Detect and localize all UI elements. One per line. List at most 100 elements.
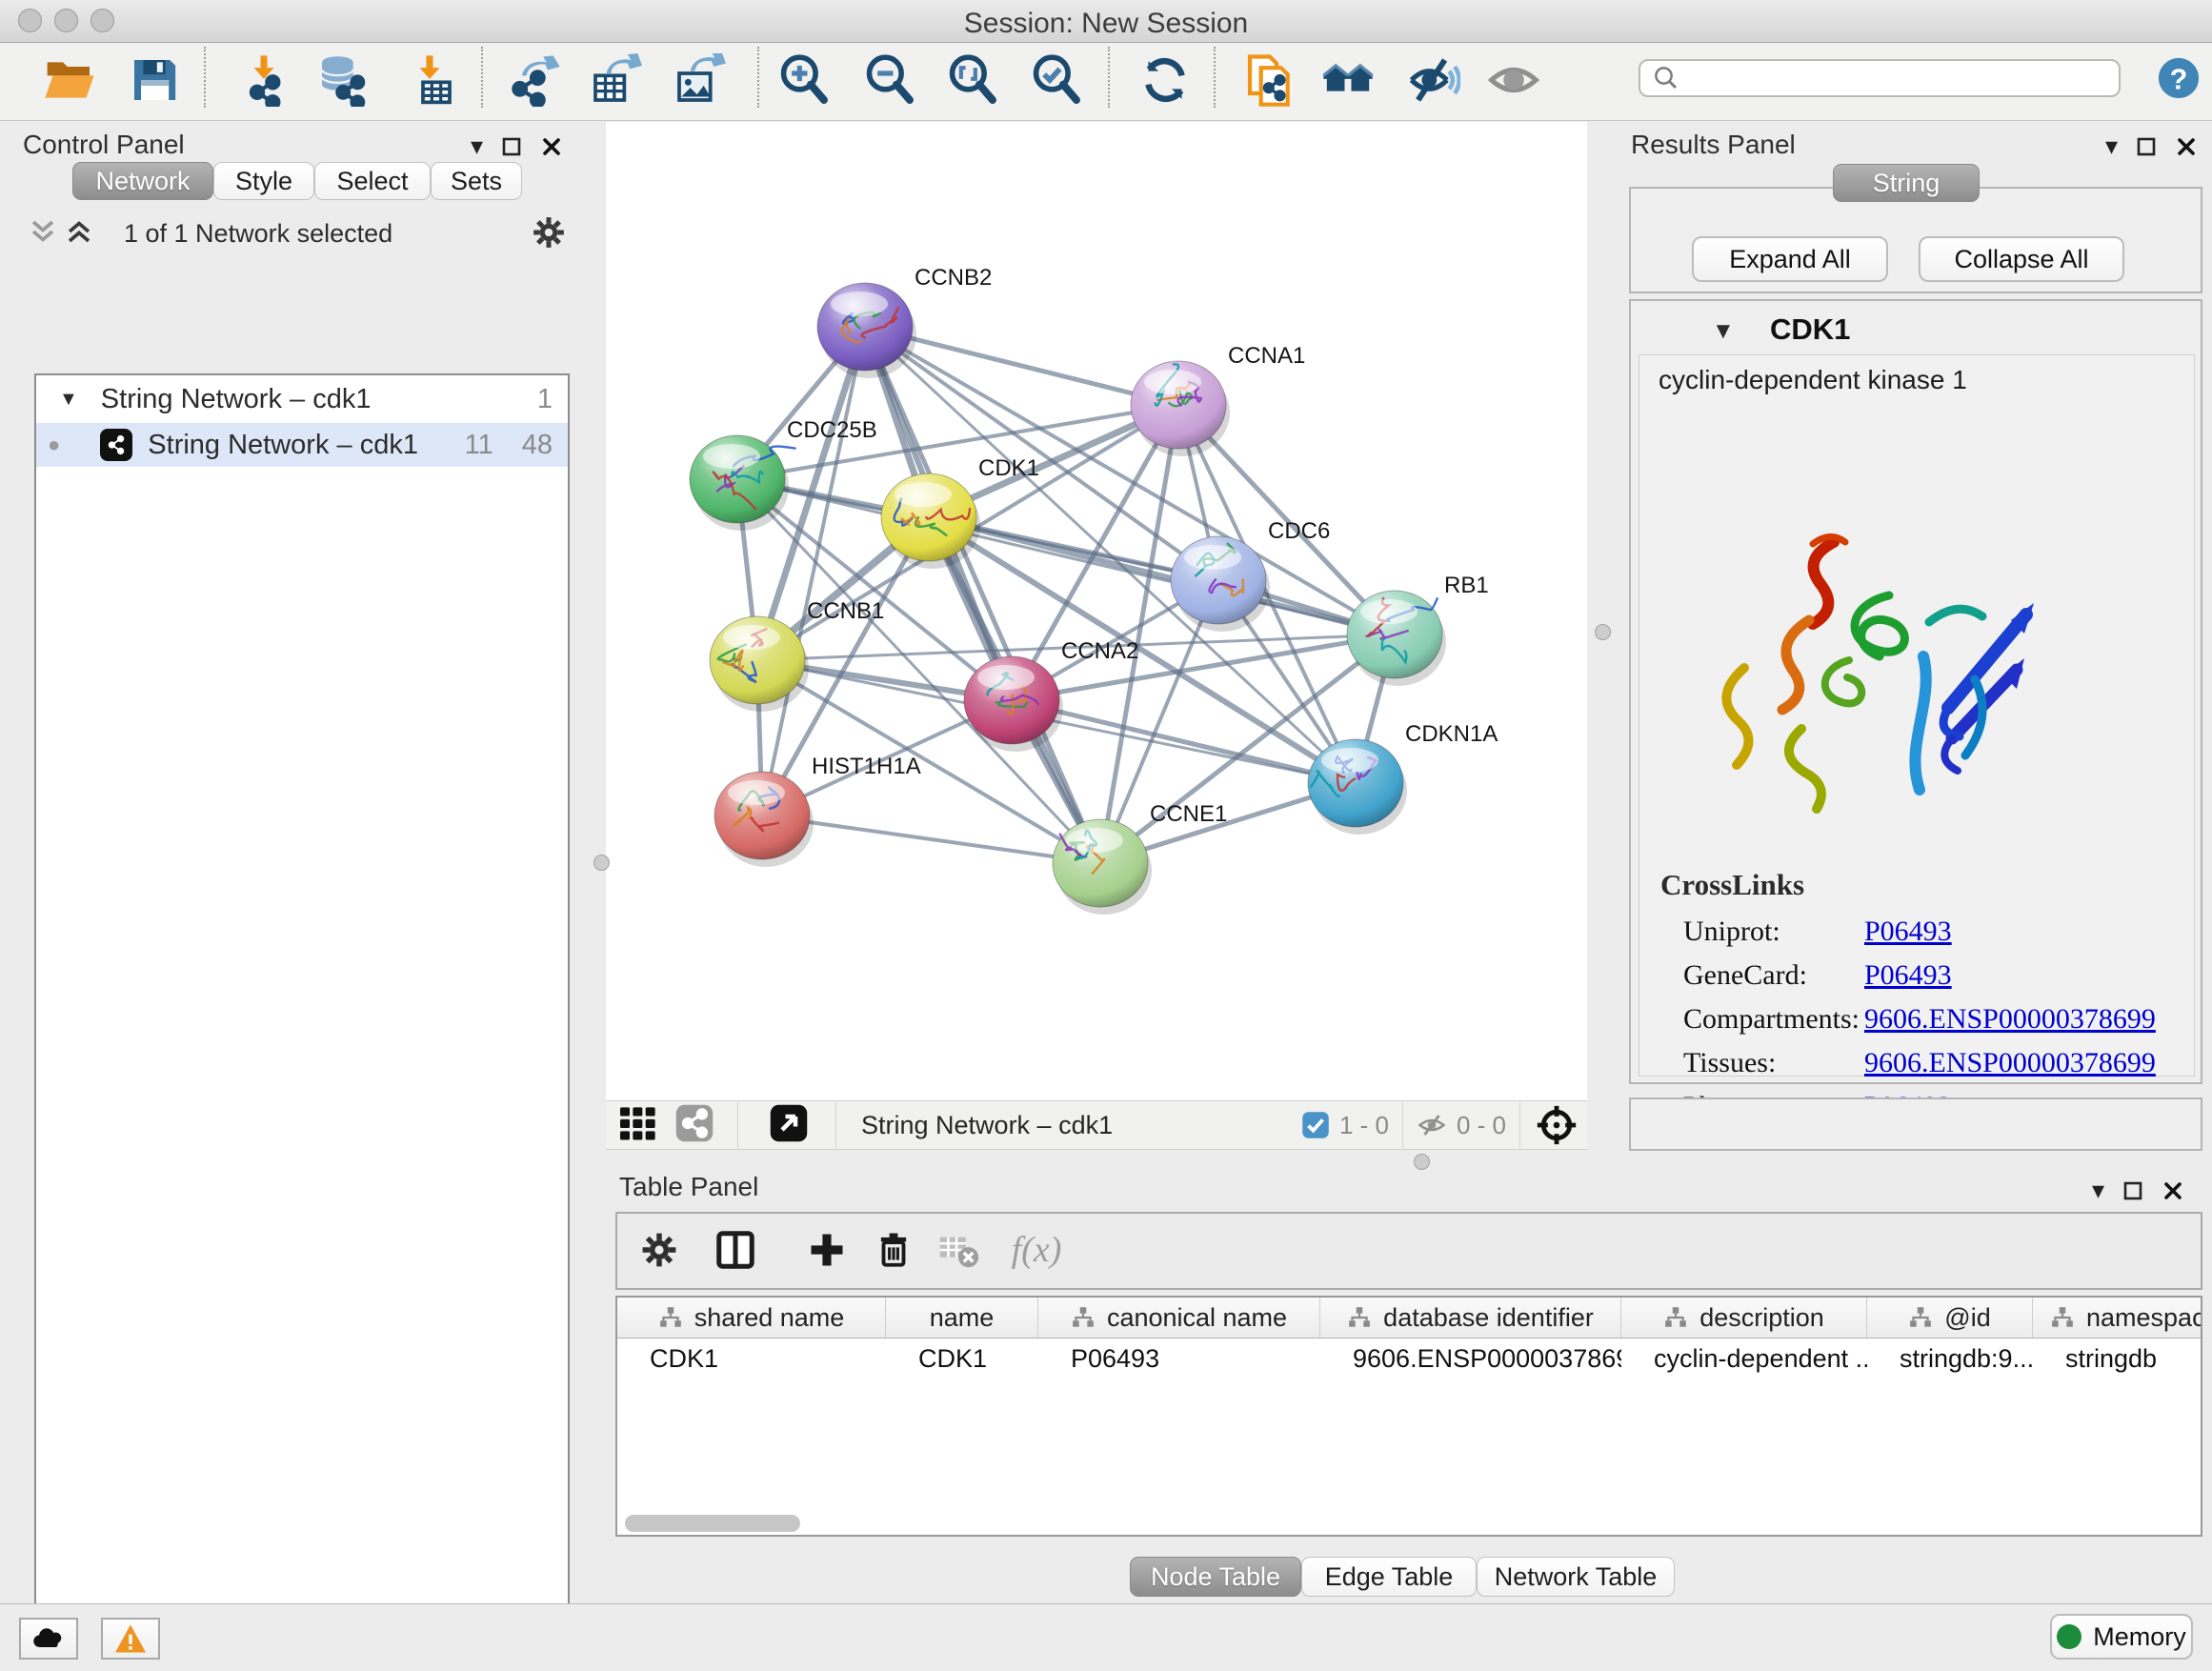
tab-edge-table[interactable]: Edge Table: [1301, 1557, 1477, 1597]
table-row[interactable]: CDK1 CDK1 P06493 9606.ENSP00000378699 cy…: [617, 1339, 2201, 1379]
footer-separator: [1519, 1102, 1520, 1148]
cell-namespace[interactable]: stringdb: [2033, 1339, 2202, 1379]
import-network-icon: [237, 53, 291, 107]
crosslink-link[interactable]: 9606.ENSP00000378699: [1864, 1047, 2156, 1079]
help-button[interactable]: ?: [2157, 56, 2201, 105]
cell-database-identifier[interactable]: 9606.ENSP00000378699: [1320, 1339, 1621, 1379]
clone-network-button[interactable]: [1240, 50, 1299, 110]
selected-checkbox-icon[interactable]: [1301, 1111, 1330, 1139]
tab-sets[interactable]: Sets: [431, 162, 522, 200]
detach-view-button[interactable]: [769, 1103, 809, 1148]
column-header-database-identifier[interactable]: database identifier: [1320, 1298, 1621, 1338]
cell-description[interactable]: cyclin-dependent ...: [1621, 1339, 1867, 1379]
svg-text:CDK1: CDK1: [978, 455, 1039, 481]
tab-network-table[interactable]: Network Table: [1477, 1557, 1675, 1597]
delete-column-button[interactable]: [867, 1223, 920, 1277]
network-collection-row[interactable]: ▼ String Network – cdk1 1: [36, 377, 568, 421]
memory-button[interactable]: Memory: [2050, 1614, 2193, 1660]
zoom-out-button[interactable]: [860, 50, 919, 110]
import-network-button[interactable]: [234, 50, 293, 110]
create-column-button[interactable]: [800, 1223, 854, 1277]
section-expander-icon[interactable]: ▼: [1712, 318, 1735, 345]
tree-expander-icon[interactable]: ▼: [59, 389, 78, 411]
export-table-button[interactable]: [586, 50, 645, 110]
crosslink-link[interactable]: P06493: [1864, 916, 1952, 948]
search-box[interactable]: [1639, 59, 2121, 97]
open-session-button[interactable]: [40, 50, 99, 110]
import-table-button[interactable]: [400, 50, 459, 110]
trash-icon: [874, 1230, 914, 1270]
expand-all-networks-button[interactable]: [63, 215, 95, 252]
tab-string[interactable]: String: [1833, 164, 1980, 202]
hierarchy-icon: [1663, 1305, 1688, 1330]
tab-node-table[interactable]: Node Table: [1130, 1557, 1301, 1597]
columns-icon: [714, 1228, 757, 1272]
column-header-description[interactable]: description: [1621, 1298, 1867, 1338]
float-panel-icon[interactable]: ▾: [2105, 131, 2118, 161]
hide-selected-button[interactable]: [1404, 50, 1463, 110]
zoom-selected-button[interactable]: [1027, 50, 1086, 110]
maximize-panel-icon[interactable]: [2135, 135, 2158, 158]
table-options-button[interactable]: [633, 1223, 686, 1277]
right-splitter-handle[interactable]: [1595, 624, 1611, 640]
float-panel-icon[interactable]: ▾: [2092, 1176, 2104, 1205]
gear-icon: [530, 213, 568, 252]
hierarchy-icon: [658, 1305, 683, 1330]
column-header-id[interactable]: @id: [1867, 1298, 2033, 1338]
crosslink-label: Uniprot:: [1683, 916, 1780, 948]
apply-layout-button[interactable]: [1136, 50, 1195, 110]
table-header-row: shared name name canonical name database…: [617, 1298, 2201, 1339]
tab-select[interactable]: Select: [314, 162, 431, 200]
column-header-name[interactable]: name: [886, 1298, 1038, 1338]
export-image-button[interactable]: [670, 50, 729, 110]
network-graph[interactable]: CCNB2CCNA1CDC25BCDK1CDC6RB1CCNB1CCNA2CDK…: [606, 122, 1587, 1100]
cell-id[interactable]: stringdb:9...: [1867, 1339, 2033, 1379]
show-hidden-button[interactable]: [1484, 50, 1543, 110]
crosslink-link[interactable]: 9606.ENSP00000378699: [1864, 1003, 2156, 1036]
warnings-button[interactable]: [101, 1618, 160, 1660]
expand-all-button[interactable]: Expand All: [1692, 236, 1888, 282]
close-panel-icon[interactable]: [540, 135, 563, 158]
plus-icon: [806, 1229, 848, 1271]
tab-network[interactable]: Network: [72, 162, 213, 200]
network-panel-options-button[interactable]: [530, 213, 568, 256]
birdseye-toggle-button[interactable]: [617, 1104, 661, 1147]
save-floppy-icon: [128, 53, 181, 107]
search-input[interactable]: [1680, 63, 2094, 94]
gene-details: cyclin-dependent kinase 1: [1639, 354, 2195, 1077]
show-columns-button[interactable]: [709, 1223, 762, 1277]
hidden-eye-icon[interactable]: [1415, 1111, 1449, 1139]
close-panel-icon[interactable]: [2162, 1179, 2184, 1202]
network-name: String Network – cdk1: [148, 430, 418, 461]
crosshair-icon[interactable]: [1536, 1104, 1578, 1146]
cell-shared-name[interactable]: CDK1: [617, 1339, 886, 1379]
export-network-button[interactable]: [506, 50, 565, 110]
cloud-status-button[interactable]: [19, 1618, 78, 1660]
column-header-namespace[interactable]: namespace: [2033, 1298, 2202, 1338]
save-session-button[interactable]: [125, 50, 184, 110]
close-panel-icon[interactable]: [2175, 135, 2198, 158]
cell-canonical-name[interactable]: P06493: [1038, 1339, 1320, 1379]
table-horizontal-scrollbar[interactable]: [625, 1515, 800, 1532]
collection-name: String Network – cdk1: [101, 384, 372, 415]
collapse-all-button[interactable]: Collapse All: [1919, 236, 2124, 282]
zoom-fit-button[interactable]: [943, 50, 1002, 110]
show-all-networks-button[interactable]: [1318, 50, 1377, 110]
collapse-all-networks-button[interactable]: [27, 215, 59, 252]
zoom-fit-icon: [946, 53, 999, 107]
network-view-canvas[interactable]: CCNB2CCNA1CDC25BCDK1CDC6RB1CCNB1CCNA2CDK…: [606, 122, 1587, 1100]
control-panel-header-buttons: ▾: [471, 131, 563, 161]
left-splitter-handle[interactable]: [593, 855, 610, 871]
svg-text:?: ?: [2170, 64, 2188, 96]
column-header-shared-name[interactable]: shared name: [617, 1298, 886, 1338]
tab-style[interactable]: Style: [213, 162, 314, 200]
column-header-canonical-name[interactable]: canonical name: [1038, 1298, 1320, 1338]
float-panel-icon[interactable]: ▾: [471, 131, 483, 161]
zoom-in-button[interactable]: [774, 50, 834, 110]
import-network-from-database-button[interactable]: [312, 50, 372, 110]
crosslink-link[interactable]: P06493: [1864, 959, 1952, 992]
maximize-panel-icon[interactable]: [500, 135, 523, 158]
cell-name[interactable]: CDK1: [886, 1339, 1038, 1379]
network-row-selected[interactable]: ● String Network – cdk1 11 48: [36, 423, 568, 467]
maximize-panel-icon[interactable]: [2122, 1179, 2144, 1202]
